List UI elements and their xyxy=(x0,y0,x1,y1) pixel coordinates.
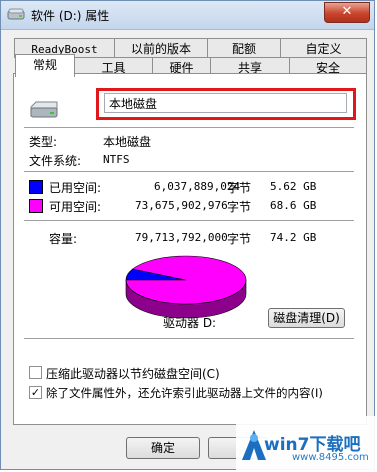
drive-icon xyxy=(7,8,25,20)
divider xyxy=(24,171,354,172)
used-space-size: 5.62 GB xyxy=(270,180,317,193)
index-checkbox[interactable]: ✓ xyxy=(29,386,42,399)
free-space-size: 68.6 GB xyxy=(270,199,317,212)
title-bar: 软件 (D:) 属性 ✕ xyxy=(1,1,374,30)
free-space-swatch xyxy=(29,199,43,213)
disk-usage-pie-chart xyxy=(125,255,247,319)
divider xyxy=(24,338,354,339)
tab-label: 配额 xyxy=(231,42,256,56)
capacity-bytes: 79,713,792,000 xyxy=(135,231,228,244)
capacity-unit: 字节 xyxy=(227,232,252,246)
filesystem-label: 文件系统: xyxy=(29,154,82,168)
tab-label: 以前的版本 xyxy=(130,42,191,56)
check-icon: ✓ xyxy=(30,386,41,399)
ok-button-label: 确定 xyxy=(150,441,175,455)
window-title: 软件 (D:) 属性 xyxy=(31,9,110,23)
type-label: 类型: xyxy=(29,135,58,149)
disk-cleanup-button[interactable]: 磁盘清理(D) xyxy=(268,308,345,328)
tab-previous-versions[interactable]: 以前的版本 xyxy=(114,38,208,58)
tab-label: 自定义 xyxy=(305,42,342,56)
free-space-unit: 字节 xyxy=(227,200,252,214)
divider xyxy=(24,127,354,128)
watermark-url: www.8495.com xyxy=(292,452,369,463)
used-space-swatch xyxy=(29,180,43,194)
tab-customize[interactable]: 自定义 xyxy=(280,38,367,58)
close-button[interactable]: ✕ xyxy=(324,2,370,23)
pie-slice-free xyxy=(125,255,247,305)
index-checkbox-label: 除了文件属性外，还允许索引此驱动器上文件的内容(I) xyxy=(46,386,323,400)
disk-cleanup-label: 磁盘清理(D) xyxy=(273,311,340,325)
drive-name-input[interactable] xyxy=(104,93,347,113)
used-space-unit: 字节 xyxy=(227,181,252,195)
compress-checkbox-label: 压缩此驱动器以节约磁盘空间(C) xyxy=(46,367,220,381)
free-space-label: 可用空间: xyxy=(49,200,102,214)
tab-quota[interactable]: 配额 xyxy=(207,38,281,58)
drive-letter-label: 驱动器 D: xyxy=(163,316,217,330)
tab-general[interactable]: 常规 xyxy=(15,54,75,77)
compress-checkbox[interactable] xyxy=(29,366,42,379)
capacity-label: 容量: xyxy=(49,232,78,246)
hard-drive-icon xyxy=(30,101,58,118)
used-space-label: 已用空间: xyxy=(49,181,102,195)
free-space-bytes: 73,675,902,976 xyxy=(135,199,228,212)
capacity-size: 74.2 GB xyxy=(270,231,317,244)
close-icon: ✕ xyxy=(341,4,353,19)
tab-label: 常规 xyxy=(32,58,57,72)
ok-button[interactable]: 确定 xyxy=(126,437,200,459)
divider xyxy=(24,220,354,221)
filesystem-value: NTFS xyxy=(103,153,130,166)
type-value: 本地磁盘 xyxy=(103,135,152,149)
